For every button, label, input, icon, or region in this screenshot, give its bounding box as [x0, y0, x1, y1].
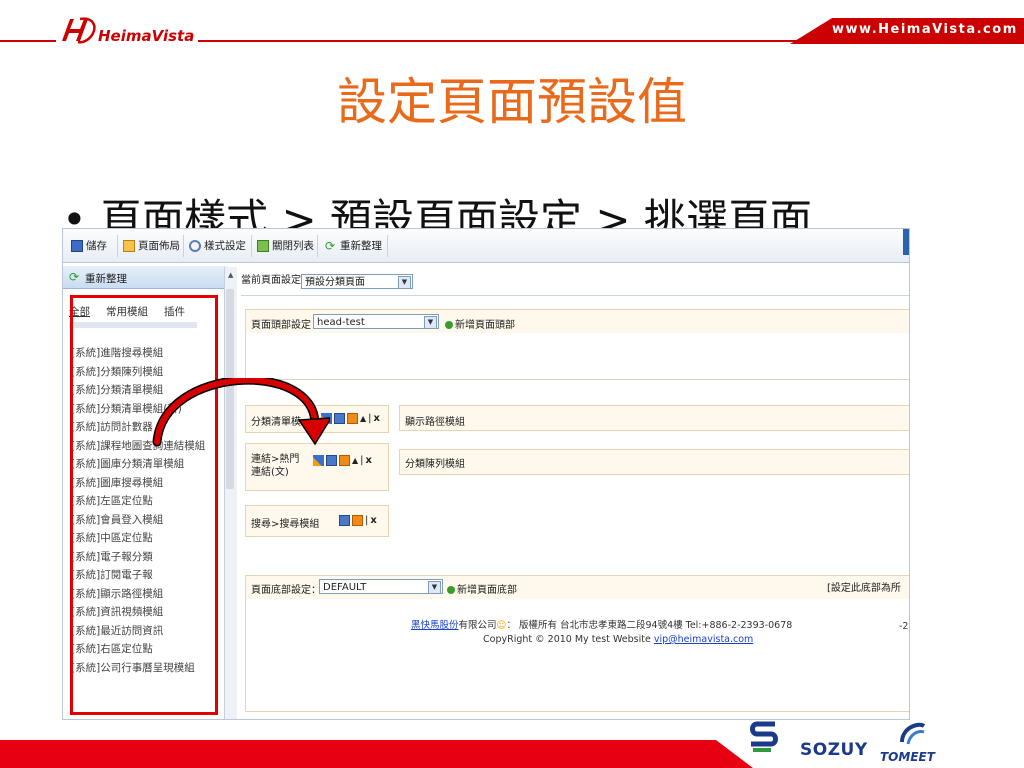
heimavista-logo-icon [62, 17, 96, 44]
layout-icon[interactable] [339, 455, 350, 466]
save-icon [71, 239, 83, 252]
layout-icon [123, 239, 135, 252]
refresh-icon: ⟳ [325, 238, 336, 253]
footer-preview-area [245, 599, 909, 712]
close-icon[interactable]: x [366, 455, 372, 466]
close-icon[interactable]: x [370, 515, 376, 526]
chevron-down-icon: ▼ [428, 581, 441, 594]
smiley-icon: ☺ [496, 620, 507, 631]
divider [241, 295, 909, 296]
highlight-box [70, 295, 218, 715]
close-icon[interactable]: x [374, 413, 380, 424]
right-module-box[interactable] [399, 449, 909, 475]
panel-accent-strip [903, 229, 909, 255]
footer-company: 黑快馬股份有限公司☺： 版權所有 台北市忠孝東路二段94號4樓 Tel:+886… [411, 620, 793, 631]
left-refresh-icon: ⟳ [69, 270, 80, 284]
chevron-down-icon: ▼ [398, 276, 411, 289]
layout-icon[interactable] [347, 413, 358, 424]
header-preview-area [245, 333, 909, 380]
current-setting-select[interactable]: 預設分類頁面 ▼ [301, 274, 413, 289]
module-label: 搜尋>搜尋模組 [251, 519, 320, 530]
footer-copyright: CopyRight © 2010 My test Website vip@hei… [483, 634, 754, 645]
close-list-button[interactable]: 關閉列表 [257, 238, 314, 253]
add-icon [447, 586, 455, 594]
list-icon[interactable] [339, 515, 350, 526]
module-tools: | x [339, 515, 377, 526]
add-footer-link[interactable]: 新增頁面底部 [447, 581, 517, 596]
chevron-down-icon: ▼ [424, 316, 437, 329]
header-line [198, 40, 828, 42]
header-setting-label: 頁面頭部設定 [251, 320, 311, 331]
footer-note[interactable]: [設定此底部為所 [827, 579, 901, 594]
scroll-up-arrow-icon[interactable]: ▲ [228, 271, 233, 279]
right-module-label: 分類陳列模組 [405, 459, 465, 470]
site-url: www.HeimaVista.com [832, 22, 1018, 37]
style-settings-button[interactable]: 樣式設定 [189, 238, 246, 253]
right-module-label: 顯示路徑模組 [405, 417, 465, 428]
move-up-icon[interactable]: ▲ [352, 456, 358, 465]
footer-setting-label: 頁面底部設定： [251, 585, 321, 596]
refresh-button[interactable]: ⟳ 重新整理 [325, 238, 382, 253]
annotation-arrow-icon [152, 378, 330, 447]
close-list-icon [257, 239, 269, 252]
list-icon[interactable] [334, 413, 345, 424]
save-button[interactable]: 儲存 [71, 238, 107, 253]
tomeet-logo-icon [900, 722, 926, 745]
add-header-link[interactable]: 新增頁面頭部 [445, 316, 515, 331]
header-line-left [0, 40, 56, 42]
magnifier-icon [189, 239, 201, 252]
soruy-logo: SOZUY [800, 740, 868, 760]
tomeet-logo: TOMEET [880, 750, 935, 764]
header-setting-select[interactable]: head-test ▼ [313, 314, 439, 329]
add-icon [445, 321, 453, 329]
logo-text: HeimaVista [98, 27, 195, 45]
move-up-icon[interactable]: ▲ [360, 414, 366, 423]
s-logo-icon [750, 721, 778, 752]
slide-title: 設定頁面預設值 [337, 73, 687, 131]
footer-setting-select[interactable]: DEFAULT ▼ [319, 579, 443, 594]
page-layout-button[interactable]: 頁面佈局 [123, 238, 180, 253]
layout-icon[interactable] [352, 515, 363, 526]
right-module-box[interactable] [399, 405, 909, 431]
left-refresh-button[interactable]: 重新整理 [85, 271, 127, 286]
footer-right-partial: -2 [899, 621, 909, 632]
